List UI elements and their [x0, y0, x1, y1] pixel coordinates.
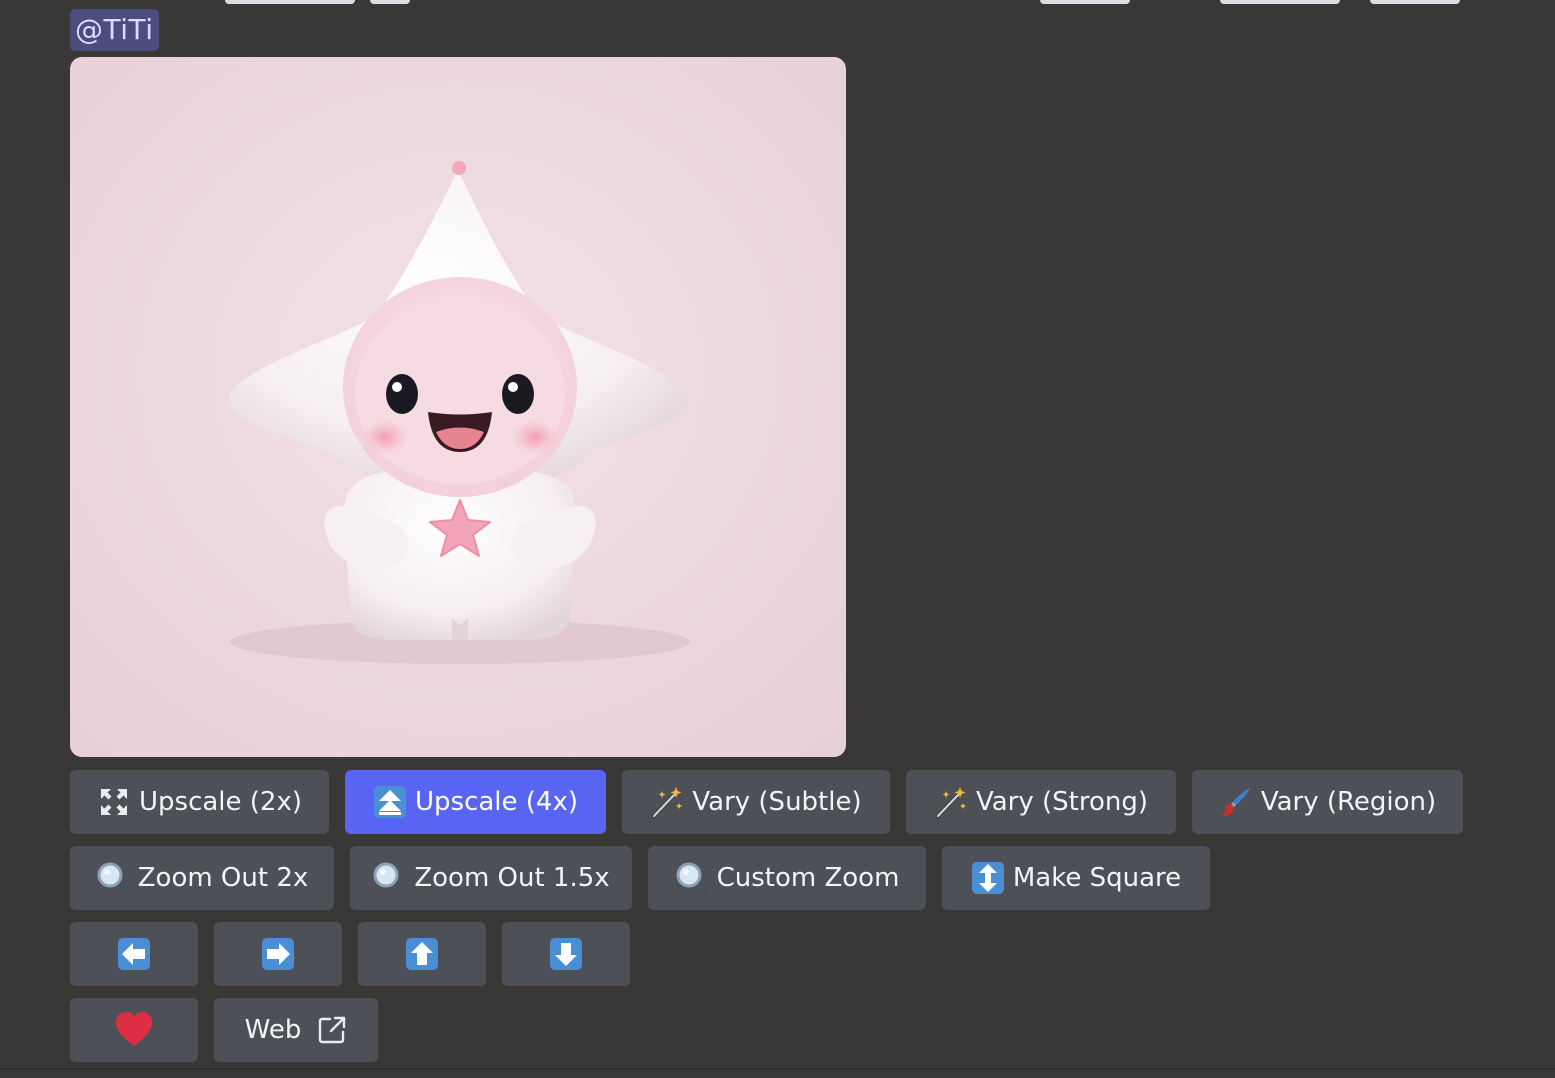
vary-strong-label: Vary (Strong) — [975, 787, 1149, 817]
magnifier-icon — [96, 861, 130, 895]
arrow-down-icon — [549, 937, 583, 971]
web-link-button[interactable]: Web — [214, 998, 378, 1062]
vary-region-label: Vary (Region) — [1260, 787, 1437, 817]
star-character-image — [70, 57, 846, 757]
magic-wand-icon — [650, 785, 684, 819]
vary-region-button[interactable]: Vary (Region) — [1192, 770, 1463, 834]
upscale-2x-label: Upscale (2x) — [138, 787, 302, 817]
custom-zoom-button[interactable]: Custom Zoom — [648, 846, 926, 910]
expand-arrows-icon — [97, 785, 131, 819]
double-up-arrow-icon — [373, 785, 407, 819]
magic-wand-icon — [934, 785, 968, 819]
paintbrush-icon — [1219, 785, 1253, 819]
generated-image[interactable] — [70, 57, 846, 757]
upscale-4x-label: Upscale (4x) — [414, 787, 578, 817]
favorite-button[interactable] — [70, 998, 198, 1062]
custom-zoom-label: Custom Zoom — [716, 863, 900, 893]
cut-off-prompt-text — [70, 0, 1470, 6]
make-square-button[interactable]: Make Square — [942, 846, 1210, 910]
heart-icon — [114, 1010, 154, 1050]
arrow-right-icon — [261, 937, 295, 971]
upscale-2x-button[interactable]: Upscale (2x) — [70, 770, 329, 834]
message-container: @TiTi Upscale (2x) Upscale (4x) Vary (Su… — [0, 0, 1555, 1078]
magnifier-icon — [675, 861, 709, 895]
pan-down-button[interactable] — [502, 922, 630, 986]
arrow-up-icon — [405, 937, 439, 971]
vary-subtle-button[interactable]: Vary (Subtle) — [622, 770, 890, 834]
pan-up-button[interactable] — [358, 922, 486, 986]
pan-right-button[interactable] — [214, 922, 342, 986]
make-square-label: Make Square — [1012, 863, 1182, 893]
web-label: Web — [244, 1015, 302, 1045]
upscale-4x-button[interactable]: Upscale (4x) — [345, 770, 606, 834]
zoom-out-2x-label: Zoom Out 2x — [137, 863, 309, 893]
user-mention[interactable]: @TiTi — [70, 9, 159, 51]
magnifier-icon — [372, 861, 407, 895]
zoom-out-1-5x-button[interactable]: Zoom Out 1.5x — [350, 846, 632, 910]
vary-subtle-label: Vary (Subtle) — [692, 787, 862, 817]
divider — [0, 1068, 1555, 1070]
up-down-arrow-icon — [971, 861, 1005, 895]
zoom-out-1-5x-label: Zoom Out 1.5x — [414, 863, 610, 893]
vary-strong-button[interactable]: Vary (Strong) — [906, 770, 1176, 834]
external-link-icon — [317, 1015, 347, 1045]
pan-left-button[interactable] — [70, 922, 198, 986]
zoom-out-2x-button[interactable]: Zoom Out 2x — [70, 846, 334, 910]
arrow-left-icon — [117, 937, 151, 971]
